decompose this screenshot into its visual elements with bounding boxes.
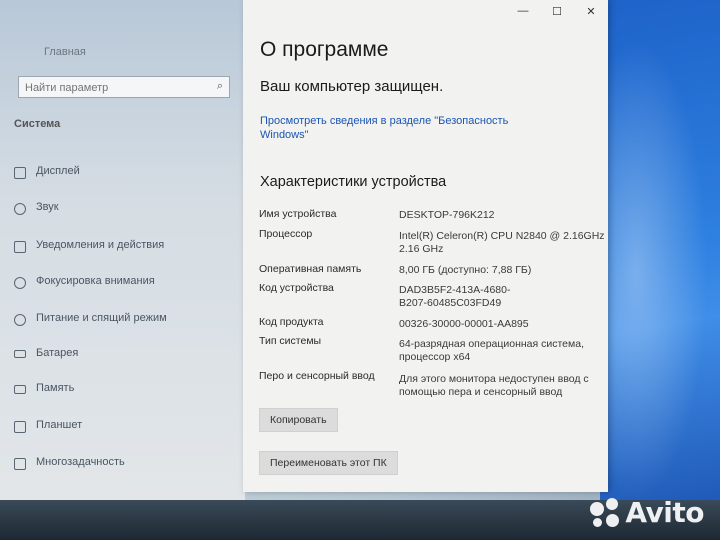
multitasking-icon: [14, 458, 26, 470]
sidebar-item-sound[interactable]: Звук: [36, 201, 59, 213]
sidebar-item-focus[interactable]: Фокусировка внимания: [36, 275, 155, 287]
avito-watermark: Avito: [590, 496, 704, 529]
spec-label-ram: Оперативная память: [259, 263, 362, 275]
power-icon: [14, 314, 26, 326]
rename-pc-button[interactable]: Переименовать этот ПК: [259, 451, 398, 475]
storage-icon: [14, 385, 26, 394]
device-specs-heading: Характеристики устройства: [260, 174, 447, 190]
sidebar-item-storage[interactable]: Память: [36, 382, 74, 394]
tablet-icon: [14, 421, 26, 433]
display-icon: [14, 167, 26, 179]
settings-nav-pane: Главная ⌕ Система Дисплей Звук Уведомлен…: [0, 0, 245, 500]
spec-label-pen-touch: Перо и сенсорный ввод: [259, 370, 375, 382]
maximize-button[interactable]: ☐: [540, 0, 574, 22]
notifications-icon: [14, 241, 26, 253]
page-title: О программе: [260, 38, 389, 61]
search-input[interactable]: [23, 79, 207, 97]
spec-value-device-id: DAD3B5F2-413A-4680-B207-60485C03FD49: [399, 284, 511, 309]
sound-icon: [14, 203, 26, 215]
minimize-button[interactable]: —: [506, 0, 540, 22]
nav-home[interactable]: Главная: [44, 46, 86, 58]
sidebar-item-multitasking[interactable]: Многозадачность: [36, 456, 125, 468]
about-window: — ☐ ✕ О программе Ваш компьютер защищен.…: [243, 0, 608, 492]
spec-value-product-id: 00326-30000-00001-AA895: [399, 318, 529, 330]
desktop-wallpaper: [600, 0, 720, 540]
sidebar-item-battery[interactable]: Батарея: [36, 347, 78, 359]
security-details-link[interactable]: Просмотреть сведения в разделе "Безопасн…: [260, 114, 540, 142]
sidebar-item-display[interactable]: Дисплей: [36, 165, 80, 177]
sidebar-item-notifications[interactable]: Уведомления и действия: [36, 239, 164, 251]
spec-value-ram: 8,00 ГБ (доступно: 7,88 ГБ): [399, 264, 532, 276]
protection-status: Ваш компьютер защищен.: [260, 78, 444, 95]
spec-label-processor: Процессор: [259, 228, 313, 240]
spec-label-device-id: Код устройства: [259, 282, 334, 294]
spec-value-system-type: 64-разрядная операционная система, проце…: [399, 338, 585, 363]
battery-icon: [14, 350, 26, 358]
search-icon: ⌕: [216, 80, 223, 92]
search-box[interactable]: ⌕: [18, 76, 230, 98]
nav-section-label: Система: [14, 118, 61, 130]
avito-logo-text: Avito: [625, 496, 704, 529]
copy-button[interactable]: Копировать: [259, 408, 338, 432]
sidebar-item-tablet[interactable]: Планшет: [36, 419, 82, 431]
window-controls: — ☐ ✕: [506, 0, 608, 22]
spec-value-device-name: DESKTOP-796K212: [399, 209, 495, 221]
close-button[interactable]: ✕: [574, 0, 608, 22]
focus-assist-icon: [14, 277, 26, 289]
spec-label-product-id: Код продукта: [259, 316, 324, 328]
sidebar-item-power[interactable]: Питание и спящий режим: [36, 312, 167, 324]
spec-label-system-type: Тип системы: [259, 335, 322, 347]
spec-value-pen-touch: Для этого монитора недоступен ввод с пом…: [399, 373, 589, 398]
spec-label-device-name: Имя устройства: [259, 208, 337, 220]
avito-logo-icon: [590, 497, 620, 528]
spec-value-processor: Intel(R) Celeron(R) CPU N2840 @ 2.16GHz …: [399, 230, 605, 255]
